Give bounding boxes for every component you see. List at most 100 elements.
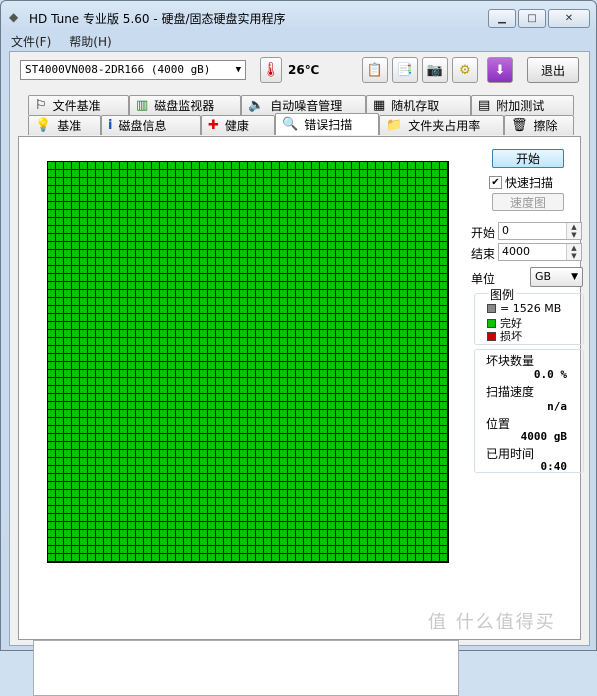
unit-label: 单位 xyxy=(471,272,496,286)
extra-tests-icon: ▤ xyxy=(478,98,491,113)
legend-bad: 损坏 xyxy=(487,328,522,344)
log-output[interactable] xyxy=(33,640,459,696)
exit-button[interactable]: 退出 xyxy=(527,57,579,83)
screenshot-button[interactable]: 📷 xyxy=(422,57,448,83)
quick-scan-checkbox[interactable]: ✔ 快速扫描 xyxy=(489,174,553,191)
start-scan-button[interactable]: 开始 xyxy=(492,149,564,168)
benchmark-icon: 💡 xyxy=(35,118,52,133)
download-arrow-icon: ⬇ xyxy=(494,62,506,78)
minimize-button[interactable]: ▁ xyxy=(488,9,516,28)
start-spinner[interactable]: ▲ ▼ xyxy=(566,223,581,239)
scan-speed-label: 扫描速度 xyxy=(486,385,535,399)
maximize-button[interactable]: □ xyxy=(518,9,546,28)
menu-bar: 文件(F) 帮助(H) xyxy=(11,33,130,51)
tab-label: 自动噪音管理 xyxy=(270,99,343,113)
menu-file[interactable]: 文件(F) xyxy=(11,33,51,51)
tab-extra-tests[interactable]: ▤ 附加测试 xyxy=(471,95,574,115)
random-access-icon: ▦ xyxy=(373,98,386,113)
ok-swatch xyxy=(487,318,496,328)
disk-monitor-icon: ▥ xyxy=(136,98,149,113)
app-icon: ◆ xyxy=(9,10,19,24)
position-label: 位置 xyxy=(486,417,511,431)
health-cross-icon: ✚ xyxy=(208,118,219,133)
copy-icon: 📋 xyxy=(366,62,384,78)
legend-block-size: = 1526 MB xyxy=(487,302,561,315)
tab-label: 擦除 xyxy=(533,119,558,133)
tab-random-access[interactable]: ▦ 随机存取 xyxy=(366,95,471,115)
speed-map-button: 速度图 xyxy=(492,193,564,211)
close-icon: ✕ xyxy=(564,13,574,24)
tab-label: 磁盘信息 xyxy=(118,119,167,133)
start-scan-label: 开始 xyxy=(515,152,540,166)
speaker-icon: 🔈 xyxy=(248,98,265,113)
tab-label: 健康 xyxy=(224,119,249,133)
drive-select-value: ST4000VN008-2DR166 (4000 gB) xyxy=(25,63,211,76)
tab-label: 附加测试 xyxy=(496,99,545,113)
elapsed-value: 0:40 xyxy=(540,460,568,473)
minimize-icon: ▁ xyxy=(498,13,506,24)
end-field[interactable]: 4000 ▲ ▼ xyxy=(498,243,582,261)
temperature-readout: 26℃ xyxy=(288,63,320,77)
drive-select[interactable]: ST4000VN008-2DR166 (4000 gB) ▼ xyxy=(20,60,246,80)
tab-label: 基准 xyxy=(57,119,82,133)
folder-icon: 📁 xyxy=(386,118,403,133)
block-swatch xyxy=(487,304,496,313)
tab-file-benchmark[interactable]: ⚐ 文件基准 xyxy=(28,95,129,115)
tab-error-scan[interactable]: 🔍 错误扫描 xyxy=(275,113,379,135)
copy-info-button[interactable]: 📋 xyxy=(362,57,388,83)
magnifier-icon: 🔍 xyxy=(282,117,299,132)
tab-erase[interactable]: 🗑 擦除 xyxy=(504,115,574,135)
trash-icon: 🗑 xyxy=(511,118,528,133)
end-spinner[interactable]: ▲ ▼ xyxy=(566,244,581,260)
unit-select-value: GB xyxy=(535,270,552,283)
chevron-down-icon: ▼ xyxy=(235,65,241,75)
close-button[interactable]: ✕ xyxy=(548,9,590,28)
copy-all-button[interactable]: 📑 xyxy=(392,57,418,83)
copy-all-icon: 📑 xyxy=(396,62,414,78)
tab-label: 文件基准 xyxy=(52,99,101,113)
elapsed-label: 已用时间 xyxy=(486,447,535,461)
watermark-text: 值 什么值得买 xyxy=(428,612,556,633)
tab-folder-usage[interactable]: 📁 文件夹占用率 xyxy=(379,115,504,135)
error-scan-panel: 开始 ✔ 快速扫描 速度图 开始 0 ▲▼ 结束 4000 ▲▼ 单位 GB xyxy=(18,136,584,696)
save-button[interactable]: ⬇ xyxy=(487,57,513,83)
end-field-value: 4000 xyxy=(502,245,530,258)
tab-label: 错误扫描 xyxy=(304,118,353,132)
position-value: 4000 gB xyxy=(520,430,567,443)
start-field[interactable]: 0 ▲ ▼ xyxy=(498,222,582,240)
client-area: ST4000VN008-2DR166 (4000 gB) ▼ 🌡 26℃ 📋 📑… xyxy=(9,51,590,696)
legend-bad-text: 损坏 xyxy=(500,330,522,343)
options-icon: ⚙ xyxy=(459,62,471,78)
app-window: ◆ HD Tune 专业版 5.60 - 硬盘/固态硬盘实用程序 ▁ □ ✕ 文… xyxy=(0,0,597,696)
speed-map-label: 速度图 xyxy=(509,195,546,210)
start-field-value: 0 xyxy=(502,224,509,237)
maximize-icon: □ xyxy=(527,13,537,24)
checkbox-check-icon: ✔ xyxy=(489,176,502,189)
quick-scan-label: 快速扫描 xyxy=(505,176,554,190)
exit-button-label: 退出 xyxy=(540,63,565,78)
tab-disk-monitor[interactable]: ▥ 磁盘监视器 xyxy=(129,95,241,115)
tab-disk-info[interactable]: i 磁盘信息 xyxy=(101,115,201,135)
scan-speed-value: n/a xyxy=(547,400,567,413)
tab-label: 随机存取 xyxy=(391,99,440,113)
info-icon: i xyxy=(108,118,113,133)
camera-icon: 📷 xyxy=(426,62,444,78)
menu-help[interactable]: 帮助(H) xyxy=(69,33,111,51)
chevron-down-icon: ▼ xyxy=(571,272,578,282)
file-benchmark-icon: ⚐ xyxy=(35,98,47,113)
options-button[interactable]: ⚙ xyxy=(452,57,478,83)
unit-select[interactable]: GB ▼ xyxy=(530,267,583,287)
bad-blocks-value: 0.0 % xyxy=(533,368,567,381)
tab-benchmark[interactable]: 💡 基准 xyxy=(28,115,101,135)
tab-noise-management[interactable]: 🔈 自动噪音管理 xyxy=(241,95,366,115)
title-bar[interactable]: ◆ HD Tune 专业版 5.60 - 硬盘/固态硬盘实用程序 ▁ □ ✕ xyxy=(1,1,596,31)
tab-health[interactable]: ✚ 健康 xyxy=(201,115,275,135)
tab-label: 磁盘监视器 xyxy=(154,99,215,113)
block-map-grid xyxy=(47,161,449,563)
site-watermark: 值 什么值得买 xyxy=(428,608,556,634)
legend-block-size-text: = 1526 MB xyxy=(500,302,562,315)
window-title: HD Tune 专业版 5.60 - 硬盘/固态硬盘实用程序 xyxy=(29,12,286,26)
bad-blocks-label: 坏块数量 xyxy=(486,354,535,368)
tab-label: 文件夹占用率 xyxy=(408,119,481,133)
bad-swatch xyxy=(487,331,496,341)
